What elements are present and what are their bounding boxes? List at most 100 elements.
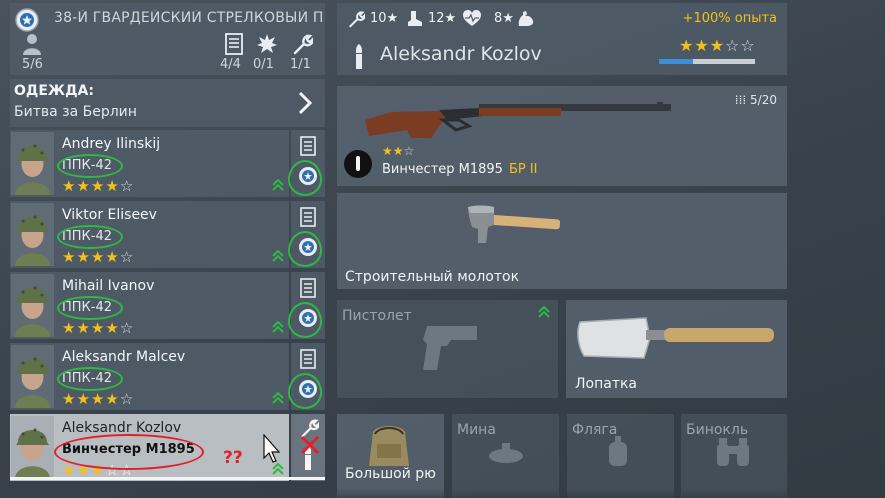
perks-list-icon[interactable] xyxy=(300,349,316,369)
flask-slot[interactable]: Фляга xyxy=(567,414,674,498)
star-empty: ☆ xyxy=(119,319,135,337)
wrench-icon xyxy=(293,34,313,55)
star-filled: ★ xyxy=(90,390,106,408)
soldier-name: Mihail Ivanov xyxy=(62,278,155,294)
weapon-title: Винчестер М1895 БР II xyxy=(382,162,538,177)
soldier-portrait xyxy=(11,416,54,479)
annotation-red-oval xyxy=(54,434,204,470)
soldier-side-panel xyxy=(288,130,325,197)
mouse-cursor-icon xyxy=(263,434,281,463)
pistol-icon xyxy=(423,326,477,370)
perks-list-icon[interactable] xyxy=(300,278,316,298)
soldier-portrait xyxy=(11,274,54,337)
soldier-card[interactable]: Aleksandr Malcev ППК-42 ★★★★☆ xyxy=(10,343,289,410)
annotation-green-oval xyxy=(57,367,123,391)
mine-label: Мина xyxy=(457,422,496,438)
experience-bonus: +100% опыта xyxy=(682,11,777,26)
soldier-row[interactable]: Mihail Ivanov ППК-42 ★★★★☆ xyxy=(10,272,325,339)
star-filled: ★ xyxy=(90,177,106,195)
selected-underline xyxy=(10,477,325,480)
soldier-row[interactable]: Andrey Ilinskij ППК-42 ★★★★☆ xyxy=(10,130,325,197)
perks-list-icon[interactable] xyxy=(300,207,316,227)
star-filled: ★ xyxy=(105,177,120,195)
soldier-portrait xyxy=(11,345,54,408)
soldier-card[interactable]: Viktor Eliseev ППК-42 ★★★★☆ xyxy=(10,201,289,268)
experience-progress-fill xyxy=(659,59,693,64)
tool-slot[interactable]: Строительный молоток xyxy=(337,193,787,289)
experience-progress-bar xyxy=(659,59,755,64)
star-empty: ☆ xyxy=(725,36,741,55)
shovel-slot[interactable]: Лопатка xyxy=(566,300,787,398)
soldier-card[interactable]: Mihail Ivanov ППК-42 ★★★★☆ xyxy=(10,272,289,339)
soldier-info-panel: 10★ 12★ 8★ +100% опыта Aleksandr Kozlov … xyxy=(337,3,787,75)
soldier-rank-stars: ★★★☆☆ xyxy=(679,36,756,55)
agility-stat: 12★ xyxy=(428,11,457,26)
flask-icon xyxy=(609,436,627,466)
engineer-stat: 10★ xyxy=(370,11,399,26)
bottom-fade xyxy=(337,488,787,498)
pistol-label: Пистолет xyxy=(342,308,412,324)
primary-weapon-slot[interactable]: ⁞⁞⁞ 5/20 ★★☆ Винчестер М1895 БР II xyxy=(337,86,787,186)
binoculars-icon xyxy=(717,438,749,466)
star-empty: ☆ xyxy=(403,144,415,158)
soldier-icon xyxy=(23,34,41,55)
annotation-green-circle xyxy=(288,160,322,196)
star-filled: ★ xyxy=(709,36,726,55)
soldier-side-panel xyxy=(288,343,325,410)
mine-icon xyxy=(489,443,523,463)
ammo-count: ⁞⁞⁞ 5/20 xyxy=(735,93,777,107)
star-filled: ★ xyxy=(382,144,393,158)
explosion-icon xyxy=(257,34,277,53)
squad-medal-icon xyxy=(15,8,39,32)
annotation-green-oval xyxy=(57,154,123,178)
soldier-row[interactable]: Viktor Eliseev ППК-42 ★★★★☆ xyxy=(10,201,325,268)
binoculars-label: Бинокль xyxy=(686,422,749,438)
boot-icon xyxy=(408,11,422,26)
muscle-icon xyxy=(518,11,534,26)
mine-slot[interactable]: Мина xyxy=(452,414,559,498)
star-filled: ★ xyxy=(62,177,77,195)
rank-up-icon xyxy=(272,463,284,475)
star-filled: ★ xyxy=(90,319,106,337)
clothes-value: Битва за Берлин xyxy=(14,104,137,120)
star-filled: ★ xyxy=(679,36,695,55)
soldier-portrait xyxy=(11,203,54,266)
soldier-name: Viktor Eliseev xyxy=(62,207,157,223)
soldier-card[interactable]: Andrey Ilinskij ППК-42 ★★★★☆ xyxy=(10,130,289,197)
heart-icon xyxy=(463,10,481,26)
rifle-type-icon xyxy=(344,150,372,178)
star-filled: ★ xyxy=(392,144,404,158)
soldier-name: Aleksandr Malcev xyxy=(62,349,186,365)
stat-value-explosive: 0/1 xyxy=(253,57,274,72)
ammo-icon: ⁞⁞⁞ xyxy=(734,93,751,107)
star-filled: ★ xyxy=(76,177,91,195)
star-filled: ★ xyxy=(105,248,120,266)
weapon-tier: БР II xyxy=(508,162,538,177)
soldier-stars: ★★★★☆ xyxy=(62,390,134,408)
rank-up-icon xyxy=(272,250,284,262)
upgrade-available-icon xyxy=(538,306,550,318)
soldier-side-panel xyxy=(291,414,325,481)
soldier-card[interactable]: Aleksandr Kozlov Винчестер М1895 ★★★☆☆ ?… xyxy=(10,414,289,481)
annotation-green-circle xyxy=(288,231,322,267)
soldier-stars: ★★★★☆ xyxy=(62,177,134,195)
soldier-name: Aleksandr Kozlov xyxy=(380,43,542,65)
soldier-row[interactable]: Aleksandr Kozlov Винчестер М1895 ★★★☆☆ ?… xyxy=(10,414,325,481)
squad-header: 38-Й ГВАРДЕЙСКИЙ СТРЕЛКОВЫЙ ПОЛК 5/6 4/4… xyxy=(10,3,325,75)
binoculars-slot[interactable]: Бинокль xyxy=(681,414,787,498)
clothes-button[interactable]: ОДЕЖДА: Битва за Берлин xyxy=(10,79,325,127)
soldier-portrait xyxy=(11,132,54,195)
perks-list-icon[interactable] xyxy=(300,136,316,156)
star-filled: ★ xyxy=(90,248,106,266)
bullet-icon xyxy=(356,44,362,69)
soldier-side-panel xyxy=(288,272,325,339)
star-filled: ★ xyxy=(62,390,77,408)
stat-value-engineer: 1/1 xyxy=(290,57,311,72)
star-empty: ☆ xyxy=(119,248,135,266)
pistol-slot[interactable]: Пистолет xyxy=(337,300,558,398)
list-icon xyxy=(225,33,243,55)
annotation-green-circle xyxy=(288,302,322,338)
backpack-label: Большой рю xyxy=(345,466,436,482)
soldier-row[interactable]: Aleksandr Malcev ППК-42 ★★★★☆ xyxy=(10,343,325,410)
backpack-slot[interactable]: Большой рю xyxy=(337,414,444,498)
